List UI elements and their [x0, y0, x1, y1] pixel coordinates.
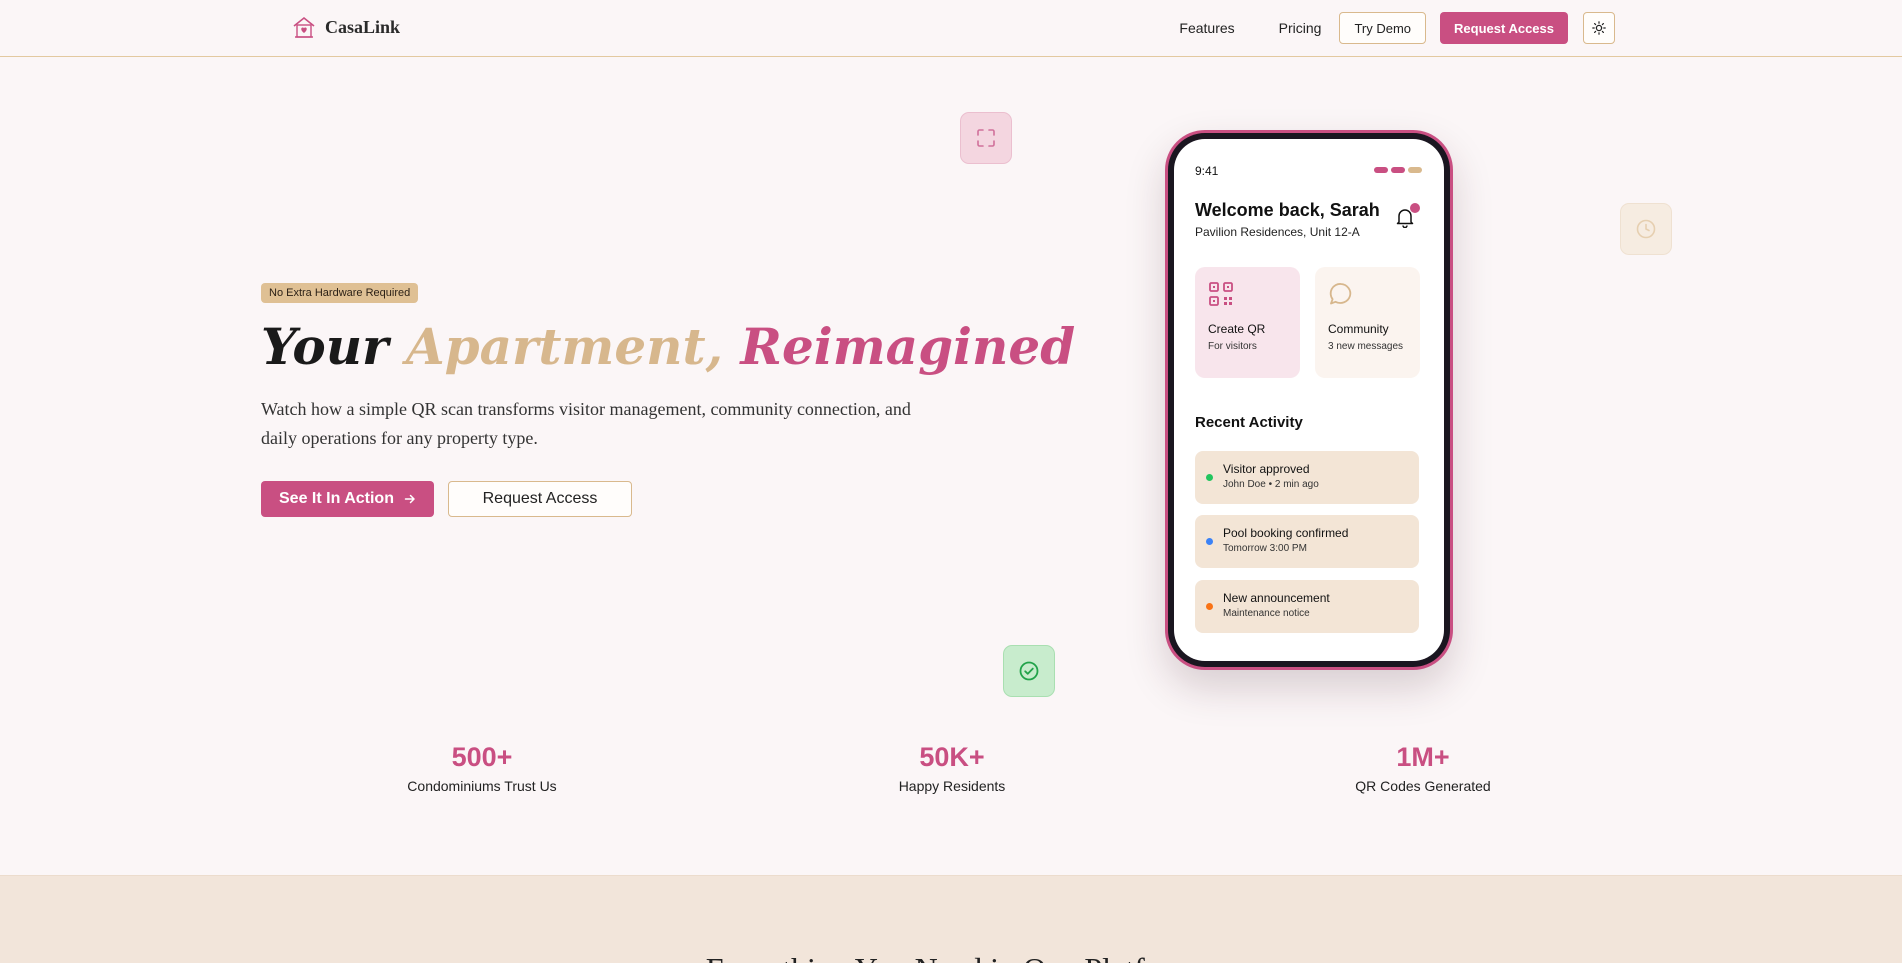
stat-value: 50K+	[919, 742, 985, 772]
hero-description: Watch how a simple QR scan transforms vi…	[261, 399, 911, 448]
check-circle-icon	[1019, 661, 1039, 681]
recent-activity-heading: Recent Activity	[1195, 414, 1303, 431]
status-indicators	[1374, 167, 1422, 173]
stat-value: 1M+	[1396, 742, 1450, 772]
hero-title-word-2: Apartment,	[405, 317, 723, 376]
chat-icon	[1329, 283, 1352, 305]
status-dot	[1206, 474, 1213, 481]
section-title: Everything You Need in One Platform	[0, 951, 1902, 963]
try-demo-button[interactable]: Try Demo	[1339, 12, 1427, 44]
stat-condominiums: 500+ Condominiums Trust Us	[352, 740, 612, 794]
phone-screen: 9:41 Welcome back, Sarah Pavilion Reside…	[1174, 139, 1444, 661]
see-it-in-action-button[interactable]: See It In Action	[261, 481, 434, 517]
theme-toggle-button[interactable]	[1583, 12, 1615, 44]
site-header: CasaLink Features Pricing Try Demo Reque…	[0, 0, 1902, 57]
clock-icon	[1636, 219, 1656, 239]
activity-item[interactable]: Visitor approved John Doe • 2 min ago	[1195, 451, 1419, 504]
activity-title: Pool booking confirmed	[1223, 526, 1349, 540]
arrow-right-icon	[404, 494, 415, 504]
activity-item[interactable]: New announcement Maintenance notice	[1195, 580, 1419, 633]
cta-primary-label: See It In Action	[279, 490, 394, 507]
hero-title-word-3: Reimagined	[740, 317, 1076, 376]
hero-title-word-1: Your	[261, 317, 389, 376]
unit-label: Pavilion Residences, Unit 12-A	[1195, 225, 1360, 239]
activity-subtitle: John Doe • 2 min ago	[1223, 479, 1319, 490]
stat-label: Happy Residents	[898, 778, 1006, 794]
hero-request-access-button[interactable]: Request Access	[448, 481, 632, 517]
brand-name: CasaLink	[325, 16, 401, 37]
scan-float-tile	[960, 112, 1012, 164]
qr-code-icon	[1209, 282, 1233, 306]
main-nav: Features Pricing Try Demo Request Access	[1179, 12, 1615, 44]
activity-title: Visitor approved	[1223, 462, 1310, 476]
logo[interactable]: CasaLink	[291, 14, 400, 40]
status-dot	[1206, 603, 1213, 610]
notification-dot	[1410, 203, 1420, 213]
scan-icon	[977, 129, 995, 147]
check-float-tile	[1003, 645, 1055, 697]
stat-residents: 50K+ Happy Residents	[822, 740, 1082, 794]
activity-subtitle: Tomorrow 3:00 PM	[1223, 543, 1307, 554]
hero-title: Your Apartment, Reimagined	[261, 312, 1075, 382]
community-card[interactable]: Community 3 new messages	[1315, 267, 1420, 378]
hardware-badge: No Extra Hardware Required	[261, 283, 419, 303]
activity-title: New announcement	[1223, 591, 1330, 605]
stat-label: Condominiums Trust Us	[407, 778, 557, 794]
card-subtitle: For visitors	[1208, 341, 1257, 352]
create-qr-card[interactable]: Create QR For visitors	[1195, 267, 1300, 378]
activity-subtitle: Maintenance notice	[1223, 608, 1310, 619]
stat-qr-codes: 1M+ QR Codes Generated	[1293, 740, 1553, 794]
house-heart-icon	[293, 16, 315, 38]
stat-value: 500+	[451, 742, 513, 772]
status-time: 9:41	[1195, 164, 1219, 178]
sun-icon	[1592, 21, 1606, 35]
card-title: Create QR	[1208, 322, 1266, 336]
features-section: Everything You Need in One Platform	[0, 875, 1902, 963]
nav-features[interactable]: Features	[1179, 20, 1234, 36]
nav-pricing[interactable]: Pricing	[1279, 20, 1322, 36]
request-access-button[interactable]: Request Access	[1440, 12, 1568, 44]
stat-label: QR Codes Generated	[1355, 778, 1491, 794]
phone-mockup: 9:41 Welcome back, Sarah Pavilion Reside…	[1165, 130, 1453, 670]
card-title: Community	[1328, 322, 1389, 336]
clock-float-tile	[1620, 203, 1672, 255]
card-subtitle: 3 new messages	[1328, 341, 1404, 352]
activity-item[interactable]: Pool booking confirmed Tomorrow 3:00 PM	[1195, 515, 1419, 568]
status-dot	[1206, 538, 1213, 545]
welcome-heading: Welcome back, Sarah	[1195, 200, 1380, 220]
